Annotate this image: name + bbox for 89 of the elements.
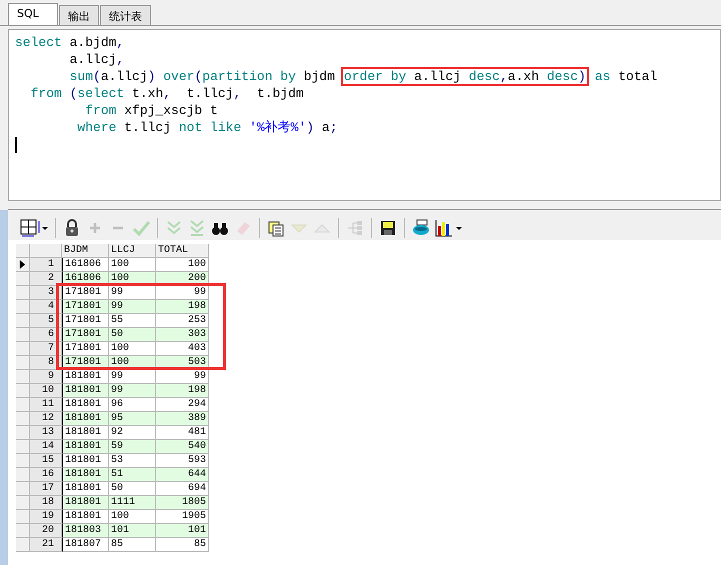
sql-editor[interactable]: select a.bjdm, a.llcj, sum(a.llcj) over(partition by bjdm order by a.llcj desc,a.xh desc) as total from (select t.xh, t.llcj, t.bjdm from xfpj_xscjb t where t.llcj not like '%补考%') a; <box>8 29 721 201</box>
table-cell: 101 <box>156 524 209 538</box>
row-number: 11 <box>30 398 62 412</box>
table-cell: 85 <box>109 538 156 552</box>
table-cell: 99 <box>109 300 156 314</box>
row-indicator-cell[interactable] <box>16 384 30 398</box>
table-cell: 99 <box>109 384 156 398</box>
table-cell: 181801 <box>62 440 109 454</box>
grid-menu-icon[interactable] <box>20 218 48 238</box>
row-number: 13 <box>30 426 62 440</box>
row-indicator-cell[interactable] <box>16 398 30 412</box>
row-indicator-cell[interactable] <box>16 454 30 468</box>
lock-icon[interactable] <box>63 218 81 236</box>
table-cell: 181801 <box>62 496 109 510</box>
table-cell: 389 <box>156 412 209 426</box>
row-indicator-cell[interactable] <box>16 286 30 300</box>
row-indicator-cell[interactable] <box>16 300 30 314</box>
bar-chart-menu-icon[interactable] <box>435 218 463 238</box>
row-number: 16 <box>30 468 62 482</box>
code-line: where t.llcj not like '%补考%') a; <box>76 119 339 136</box>
table-cell: 50 <box>109 328 156 342</box>
row-indicator-cell[interactable] <box>16 496 30 510</box>
row-number: 21 <box>30 538 62 552</box>
row-number: 15 <box>30 454 62 468</box>
documents-icon[interactable] <box>267 218 285 236</box>
table-cell: 171801 <box>62 300 109 314</box>
row-number: 9 <box>30 370 62 384</box>
row-number: 10 <box>30 384 62 398</box>
row-number: 12 <box>30 412 62 426</box>
row-indicator-cell[interactable] <box>16 412 30 426</box>
table-cell: 171801 <box>62 328 109 342</box>
row-number: 14 <box>30 440 62 454</box>
code-line: a.llcj, <box>68 51 126 68</box>
editor-tab[interactable]: 统计表 <box>100 5 151 25</box>
row-indicator-cell[interactable] <box>16 524 30 538</box>
row-indicator-cell[interactable] <box>16 510 30 524</box>
row-number: 1 <box>30 258 62 272</box>
row-number: 3 <box>30 286 62 300</box>
table-cell: 51 <box>109 468 156 482</box>
table-cell: 95 <box>109 412 156 426</box>
column-header[interactable]: LLCJ <box>109 244 156 258</box>
row-indicator-cell[interactable] <box>16 328 30 342</box>
row-indicator-cell[interactable] <box>16 258 30 272</box>
table-cell: 1111 <box>109 496 156 510</box>
table-cell: 59 <box>109 440 156 454</box>
row-number: 18 <box>30 496 62 510</box>
table-cell: 303 <box>156 328 209 342</box>
device-icon[interactable] <box>412 218 430 236</box>
row-indicator-cell[interactable] <box>16 426 30 440</box>
table-cell: 198 <box>156 300 209 314</box>
row-number: 2 <box>30 272 62 286</box>
editor-tab[interactable]: SQL <box>8 3 58 25</box>
code-line: from xfpj_xscjb t <box>84 102 219 119</box>
table-cell: 181801 <box>62 468 109 482</box>
table-cell: 540 <box>156 440 209 454</box>
table-cell: 1805 <box>156 496 209 510</box>
row-indicator-cell[interactable] <box>16 370 30 384</box>
code-line: sum(a.llcj) over(partition by bjdm order by a.llcj desc,a.xh desc) as total <box>68 68 658 85</box>
row-number: 19 <box>30 510 62 524</box>
table-cell: 181807 <box>62 538 109 552</box>
header-cell <box>16 244 30 258</box>
code-line: from (select t.xh, t.llcj, t.bjdm <box>30 85 305 102</box>
row-indicator-cell[interactable] <box>16 440 30 454</box>
row-indicator-cell[interactable] <box>16 482 30 496</box>
row-number: 17 <box>30 482 62 496</box>
row-indicator-cell[interactable] <box>16 342 30 356</box>
row-indicator-cell[interactable] <box>16 356 30 370</box>
row-indicator-cell[interactable] <box>16 272 30 286</box>
table-cell: 181801 <box>62 384 109 398</box>
table-cell: 85 <box>156 538 209 552</box>
header-cell <box>30 244 62 258</box>
row-number: 6 <box>30 328 62 342</box>
table-cell: 181801 <box>62 412 109 426</box>
table-cell: 198 <box>156 384 209 398</box>
table-cell: 181803 <box>62 524 109 538</box>
row-indicator-cell[interactable] <box>16 468 30 482</box>
row-indicator-cell[interactable] <box>16 538 30 552</box>
row-number: 4 <box>30 300 62 314</box>
row-number: 20 <box>30 524 62 538</box>
row-number: 7 <box>30 342 62 356</box>
row-indicator-cell[interactable] <box>16 314 30 328</box>
table-cell: 644 <box>156 468 209 482</box>
editor-tab[interactable]: 输出 <box>59 5 99 25</box>
row-number: 5 <box>30 314 62 328</box>
code-line: select a.bjdm, <box>15 34 126 51</box>
column-header[interactable]: TOTAL <box>156 244 209 258</box>
column-header[interactable]: BJDM <box>62 244 109 258</box>
text-cursor <box>15 137 17 153</box>
table-cell: 101 <box>109 524 156 538</box>
